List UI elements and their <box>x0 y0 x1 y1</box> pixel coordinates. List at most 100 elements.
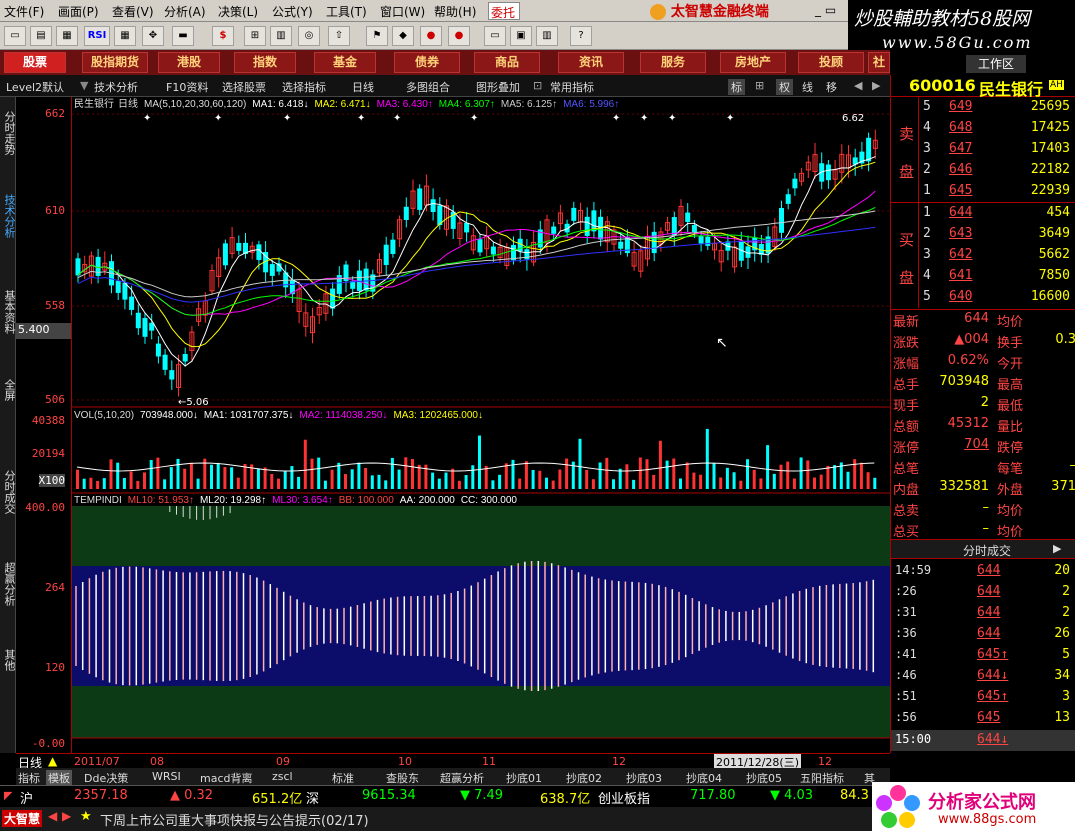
nav-community[interactable]: 社区 <box>868 52 890 73</box>
lock-icon[interactable]: ⊡ <box>533 79 542 92</box>
nav-news[interactable]: 资讯 <box>558 52 624 73</box>
select-indicator-menu[interactable]: 选择指标 <box>282 79 326 95</box>
tech-analysis-menu[interactable]: 技术分析 <box>94 79 138 95</box>
order-book-sell-row[interactable]: 4 648 17425 <box>919 120 1075 141</box>
stats-icon[interactable]: ▥ <box>270 26 292 46</box>
move-button[interactable]: 移 <box>826 79 837 95</box>
common-indicator-menu[interactable]: 常用指标 <box>550 79 594 95</box>
grid-icon[interactable]: ▦ <box>56 26 78 46</box>
window-icon[interactable]: ▣ <box>510 26 532 46</box>
order-book-sell-row[interactable]: 3 647 17403 <box>919 141 1075 162</box>
menu-window[interactable]: 窗口(W) <box>380 3 425 20</box>
diamond-icon[interactable]: ◆ <box>392 26 414 46</box>
multi-chart-menu[interactable]: 多图组合 <box>406 79 450 95</box>
nav-bond[interactable]: 债券 <box>394 52 460 73</box>
weituo-button[interactable]: 委托 <box>488 2 520 20</box>
tab-standard[interactable]: 标准 <box>332 770 354 786</box>
rail-tab-tech[interactable]: 技术分析 <box>1 187 16 245</box>
arrow-left-icon[interactable]: ◀ <box>48 809 57 823</box>
tab-bottom03[interactable]: 抄底03 <box>626 770 662 786</box>
arrow-right-icon[interactable]: ▶ <box>872 79 880 92</box>
order-price[interactable]: 641 <box>949 268 972 283</box>
menu-view-screen[interactable]: 画面(P) <box>58 3 99 20</box>
layout-select[interactable]: Level2默认 <box>6 79 64 95</box>
menu-help[interactable]: 帮助(H) <box>434 3 476 20</box>
tab-macd[interactable]: macd背离 <box>200 770 253 786</box>
books-icon[interactable]: ▥ <box>536 26 558 46</box>
tab-wrsi[interactable]: WRSI <box>152 770 181 783</box>
compare-icon[interactable]: ⊞ <box>244 26 266 46</box>
select-stock-menu[interactable]: 选择股票 <box>222 79 266 95</box>
period-select[interactable]: 日线 <box>352 79 374 95</box>
help-cursor-icon[interactable]: ? <box>570 26 592 46</box>
menu-file[interactable]: 文件(F) <box>4 3 44 20</box>
nav-hk[interactable]: 港股 <box>158 52 220 73</box>
tab-superwin[interactable]: 超赢分析 <box>440 770 484 786</box>
rail-tab-ticks[interactable]: 分时成交 <box>1 463 16 521</box>
arrow-left-icon[interactable]: ◀ <box>854 79 862 92</box>
order-book-sell-row[interactable]: 1 645 22939 <box>919 183 1075 204</box>
order-book-buy-row[interactable]: 5 640 16600 <box>919 289 1075 310</box>
news-headline[interactable]: 下周上市公司重大事项快报与公告提示(02/17) <box>100 810 369 829</box>
kline-icon[interactable]: ▤ <box>30 26 52 46</box>
nav-advisor[interactable]: 投顾 <box>798 52 864 73</box>
tab-dde[interactable]: Dde决策 <box>84 770 128 786</box>
order-price[interactable]: 648 <box>949 120 972 135</box>
rights-button[interactable]: 权 <box>776 79 793 95</box>
line-button[interactable]: 线 <box>802 79 813 95</box>
menu-view[interactable]: 查看(V) <box>112 3 154 20</box>
tab-bottom04[interactable]: 抄底04 <box>686 770 722 786</box>
rail-tab-superwin[interactable]: 超赢分析 <box>1 555 16 613</box>
menu-formula[interactable]: 公式(Y) <box>272 3 313 20</box>
ticks-header[interactable]: 分时成交 ▶ <box>891 539 1075 559</box>
note-icon[interactable]: ▭ <box>484 26 506 46</box>
menu-tools[interactable]: 工具(T) <box>326 3 367 20</box>
tab-shareholder[interactable]: 查股东 <box>386 770 419 786</box>
order-book-buy-row[interactable]: 4 641 7850 <box>919 268 1075 289</box>
tab-template[interactable]: 模板 <box>46 770 72 786</box>
workspace-tab[interactable]: 工作区 <box>966 55 1026 73</box>
arrow-right-icon[interactable]: ▶ <box>62 809 71 823</box>
order-book-buy-row[interactable]: 1 644 454 <box>919 205 1075 226</box>
chevron-down-icon[interactable]: ▼ <box>80 79 88 92</box>
expand-arrow-icon[interactable]: ▶ <box>1053 542 1061 555</box>
nav-service[interactable]: 服务 <box>640 52 706 73</box>
order-price[interactable]: 649 <box>949 99 972 114</box>
tab-bottom05[interactable]: 抄底05 <box>746 770 782 786</box>
order-price[interactable]: 644 <box>949 205 972 220</box>
tab-indicator[interactable]: 指标 <box>18 770 40 786</box>
menu-decision[interactable]: 决策(L) <box>218 3 258 20</box>
order-price[interactable]: 640 <box>949 289 972 304</box>
order-price[interactable]: 645 <box>949 183 972 198</box>
tab-zscl[interactable]: zscl <box>272 770 293 783</box>
rail-tab-intraday[interactable]: 分时走势 <box>1 103 16 163</box>
nav-realestate[interactable]: 房地产 <box>720 52 786 73</box>
binocular-icon[interactable]: ◎ <box>298 26 320 46</box>
rail-tab-other[interactable]: 其他 <box>1 645 16 675</box>
rsi-button[interactable]: RSI <box>84 26 110 46</box>
tab-bottom01[interactable]: 抄底01 <box>506 770 542 786</box>
tab-fiveyang[interactable]: 五阳指标 <box>800 770 844 786</box>
order-book-sell-row[interactable]: 2 646 22182 <box>919 162 1075 183</box>
dollar-icon[interactable]: $ <box>212 26 234 46</box>
order-price[interactable]: 646 <box>949 162 972 177</box>
tab-bottom02[interactable]: 抄底02 <box>566 770 602 786</box>
nav-fund[interactable]: 基金 <box>314 52 376 73</box>
rail-tab-fullscreen[interactable]: 全屏 <box>1 375 16 405</box>
order-price[interactable]: 642 <box>949 247 972 262</box>
nav-index[interactable]: 指数 <box>234 52 296 73</box>
table-icon[interactable]: ▦ <box>114 26 136 46</box>
flag-icon[interactable]: ⚑ <box>366 26 388 46</box>
f10-menu[interactable]: F10资料 <box>166 79 208 95</box>
mark-button[interactable]: 标 <box>728 79 745 95</box>
arrow-up-icon[interactable]: ⇧ <box>328 26 350 46</box>
tag-icon[interactable]: ● <box>448 26 470 46</box>
crosshair-icon[interactable]: ⊞ <box>755 79 764 92</box>
chart-area[interactable]: ✦ ✦ ✦ ✦ ✦ ✦ ✦ ✦ ✦ ✦ 民生银行 日线 MA(5,10,20,30,60,120) MA… <box>72 97 890 753</box>
nav-index-futures[interactable]: 股指期货 <box>82 52 148 73</box>
folder-icon[interactable]: ▭ <box>4 26 26 46</box>
nav-commodity[interactable]: 商品 <box>474 52 540 73</box>
order-book-buy-row[interactable]: 2 643 3649 <box>919 226 1075 247</box>
order-book-sell-row[interactable]: 5 649 25695 <box>919 99 1075 120</box>
window-controls[interactable]: _ ▭ <box>815 3 845 19</box>
